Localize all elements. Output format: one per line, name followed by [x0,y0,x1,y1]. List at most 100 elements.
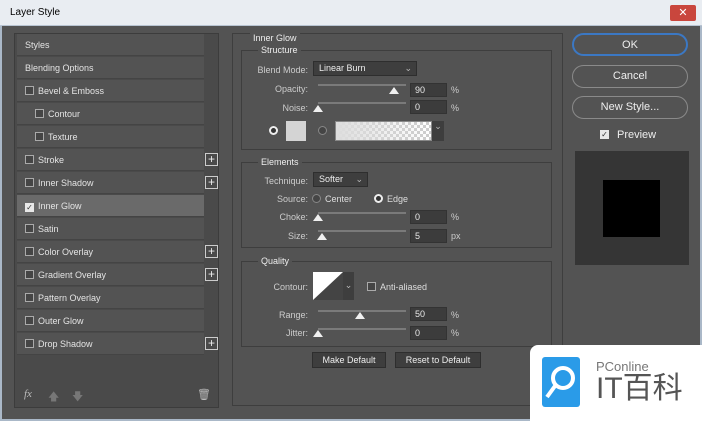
item-label: Styles [25,40,50,50]
jitter-slider[interactable] [318,328,406,330]
unit: px [451,231,461,241]
panel-title: Inner Glow [250,33,300,43]
move-down-icon[interactable]: 🡇 [72,388,83,407]
add-icon[interactable]: + [205,153,218,166]
choke-thumb[interactable] [313,214,323,221]
contour-preview[interactable] [313,272,343,300]
unit: % [451,85,460,95]
checkbox[interactable] [25,339,34,348]
new-style-button[interactable]: New Style... [572,96,688,119]
source-label: Source: [276,194,308,204]
checkbox[interactable] [35,132,44,141]
checkbox[interactable] [35,109,44,118]
chevron-down-icon[interactable]: ⌄ [343,272,354,300]
choke-input[interactable]: 0 [410,210,447,224]
fx-icon[interactable]: fx [24,388,32,400]
make-default-button[interactable]: Make Default [312,352,386,368]
checkbox[interactable] [25,247,34,256]
sidebar-item-inner-shadow[interactable]: Inner Shadow + [17,172,218,194]
size-thumb[interactable] [317,233,327,240]
item-label: Color Overlay [38,247,94,257]
choke-slider[interactable] [318,212,406,214]
add-icon[interactable]: + [205,337,218,350]
preview-swatch [603,180,660,237]
technique-select[interactable]: Softer ⌄ [313,172,368,187]
add-icon[interactable]: + [205,268,218,281]
item-label: Pattern Overlay [38,293,101,303]
item-label: Inner Glow [38,201,82,211]
reset-to-default-button[interactable]: Reset to Default [395,352,481,368]
gradient-swatch[interactable] [335,121,432,141]
edge-radio[interactable] [374,194,383,203]
noise-thumb[interactable] [313,105,323,112]
preview-box [575,151,689,265]
sidebar-item-styles[interactable]: Styles [17,34,204,56]
preview-checkbox[interactable]: ✓ [600,130,609,139]
technique-value: Softer [319,174,344,184]
size-slider[interactable] [318,230,406,232]
structure-title: Structure [258,45,301,55]
choke-label: Choke: [279,212,308,222]
noise-input[interactable]: 0 [410,100,447,114]
item-label: Bevel & Emboss [38,86,105,96]
opacity-thumb[interactable] [389,87,399,94]
checkbox[interactable] [25,293,34,302]
sidebar-item-blending-options[interactable]: Blending Options [17,57,204,79]
sidebar-item-drop-shadow[interactable]: Drop Shadow + [17,333,218,355]
item-label: Outer Glow [38,316,84,326]
checkbox-checked[interactable]: ✓ [25,203,34,212]
blend-mode-label: Blend Mode: [257,65,308,75]
sidebar-item-pattern-overlay[interactable]: Pattern Overlay [17,287,204,309]
range-input[interactable]: 50 [410,307,447,321]
chevron-down-icon: ⌄ [404,63,412,73]
color-radio[interactable] [269,126,278,135]
sidebar-item-stroke[interactable]: Stroke + [17,149,218,171]
add-icon[interactable]: + [205,176,218,189]
range-thumb[interactable] [355,312,365,319]
sidebar-item-satin[interactable]: Satin [17,218,204,240]
blend-mode-select[interactable]: Linear Burn ⌄ [313,61,417,76]
sidebar-item-inner-glow[interactable]: ✓ Inner Glow [17,195,204,217]
styles-list: Styles Blending Options Bevel & Emboss C… [14,33,219,408]
sidebar-item-bevel-emboss[interactable]: Bevel & Emboss [17,80,204,102]
checkbox[interactable] [25,224,34,233]
gradient-radio[interactable] [318,126,327,135]
close-button[interactable]: ✕ [670,5,696,21]
noise-slider[interactable] [318,102,406,104]
checkbox[interactable] [25,178,34,187]
jitter-input[interactable]: 0 [410,326,447,340]
color-swatch[interactable] [286,121,306,141]
blend-mode-value: Linear Burn [319,63,366,73]
checkbox[interactable] [25,316,34,325]
move-up-icon[interactable]: 🡅 [48,388,59,407]
unit: % [451,212,460,222]
sidebar-item-texture[interactable]: Texture [17,126,204,148]
title-bar [0,0,702,26]
ok-button[interactable]: OK [572,33,688,56]
watermark-name: IT百科 [596,372,683,405]
size-input[interactable]: 5 [410,229,447,243]
chevron-down-icon[interactable]: ⌄ [432,121,444,141]
chevron-down-icon: ⌄ [355,174,363,184]
checkbox[interactable] [25,155,34,164]
unit: % [451,103,460,113]
opacity-slider[interactable] [318,84,406,86]
opacity-input[interactable]: 90 [410,83,447,97]
jitter-thumb[interactable] [313,330,323,337]
sidebar-item-contour[interactable]: Contour [17,103,204,125]
unit: % [451,328,460,338]
quality-title: Quality [258,256,293,266]
cancel-button[interactable]: Cancel [572,65,688,88]
checkbox[interactable] [25,270,34,279]
checkbox[interactable] [25,86,34,95]
range-label: Range: [278,310,308,320]
center-radio[interactable] [312,194,321,203]
sidebar-item-outer-glow[interactable]: Outer Glow [17,310,204,332]
anti-aliased-checkbox[interactable] [367,282,376,291]
item-label: Contour [48,109,81,119]
sidebar-item-gradient-overlay[interactable]: Gradient Overlay + [17,264,218,286]
sidebar-item-color-overlay[interactable]: Color Overlay + [17,241,218,263]
add-icon[interactable]: + [205,245,218,258]
trash-icon[interactable]: 🗑 [197,388,211,401]
item-label: Satin [38,224,59,234]
